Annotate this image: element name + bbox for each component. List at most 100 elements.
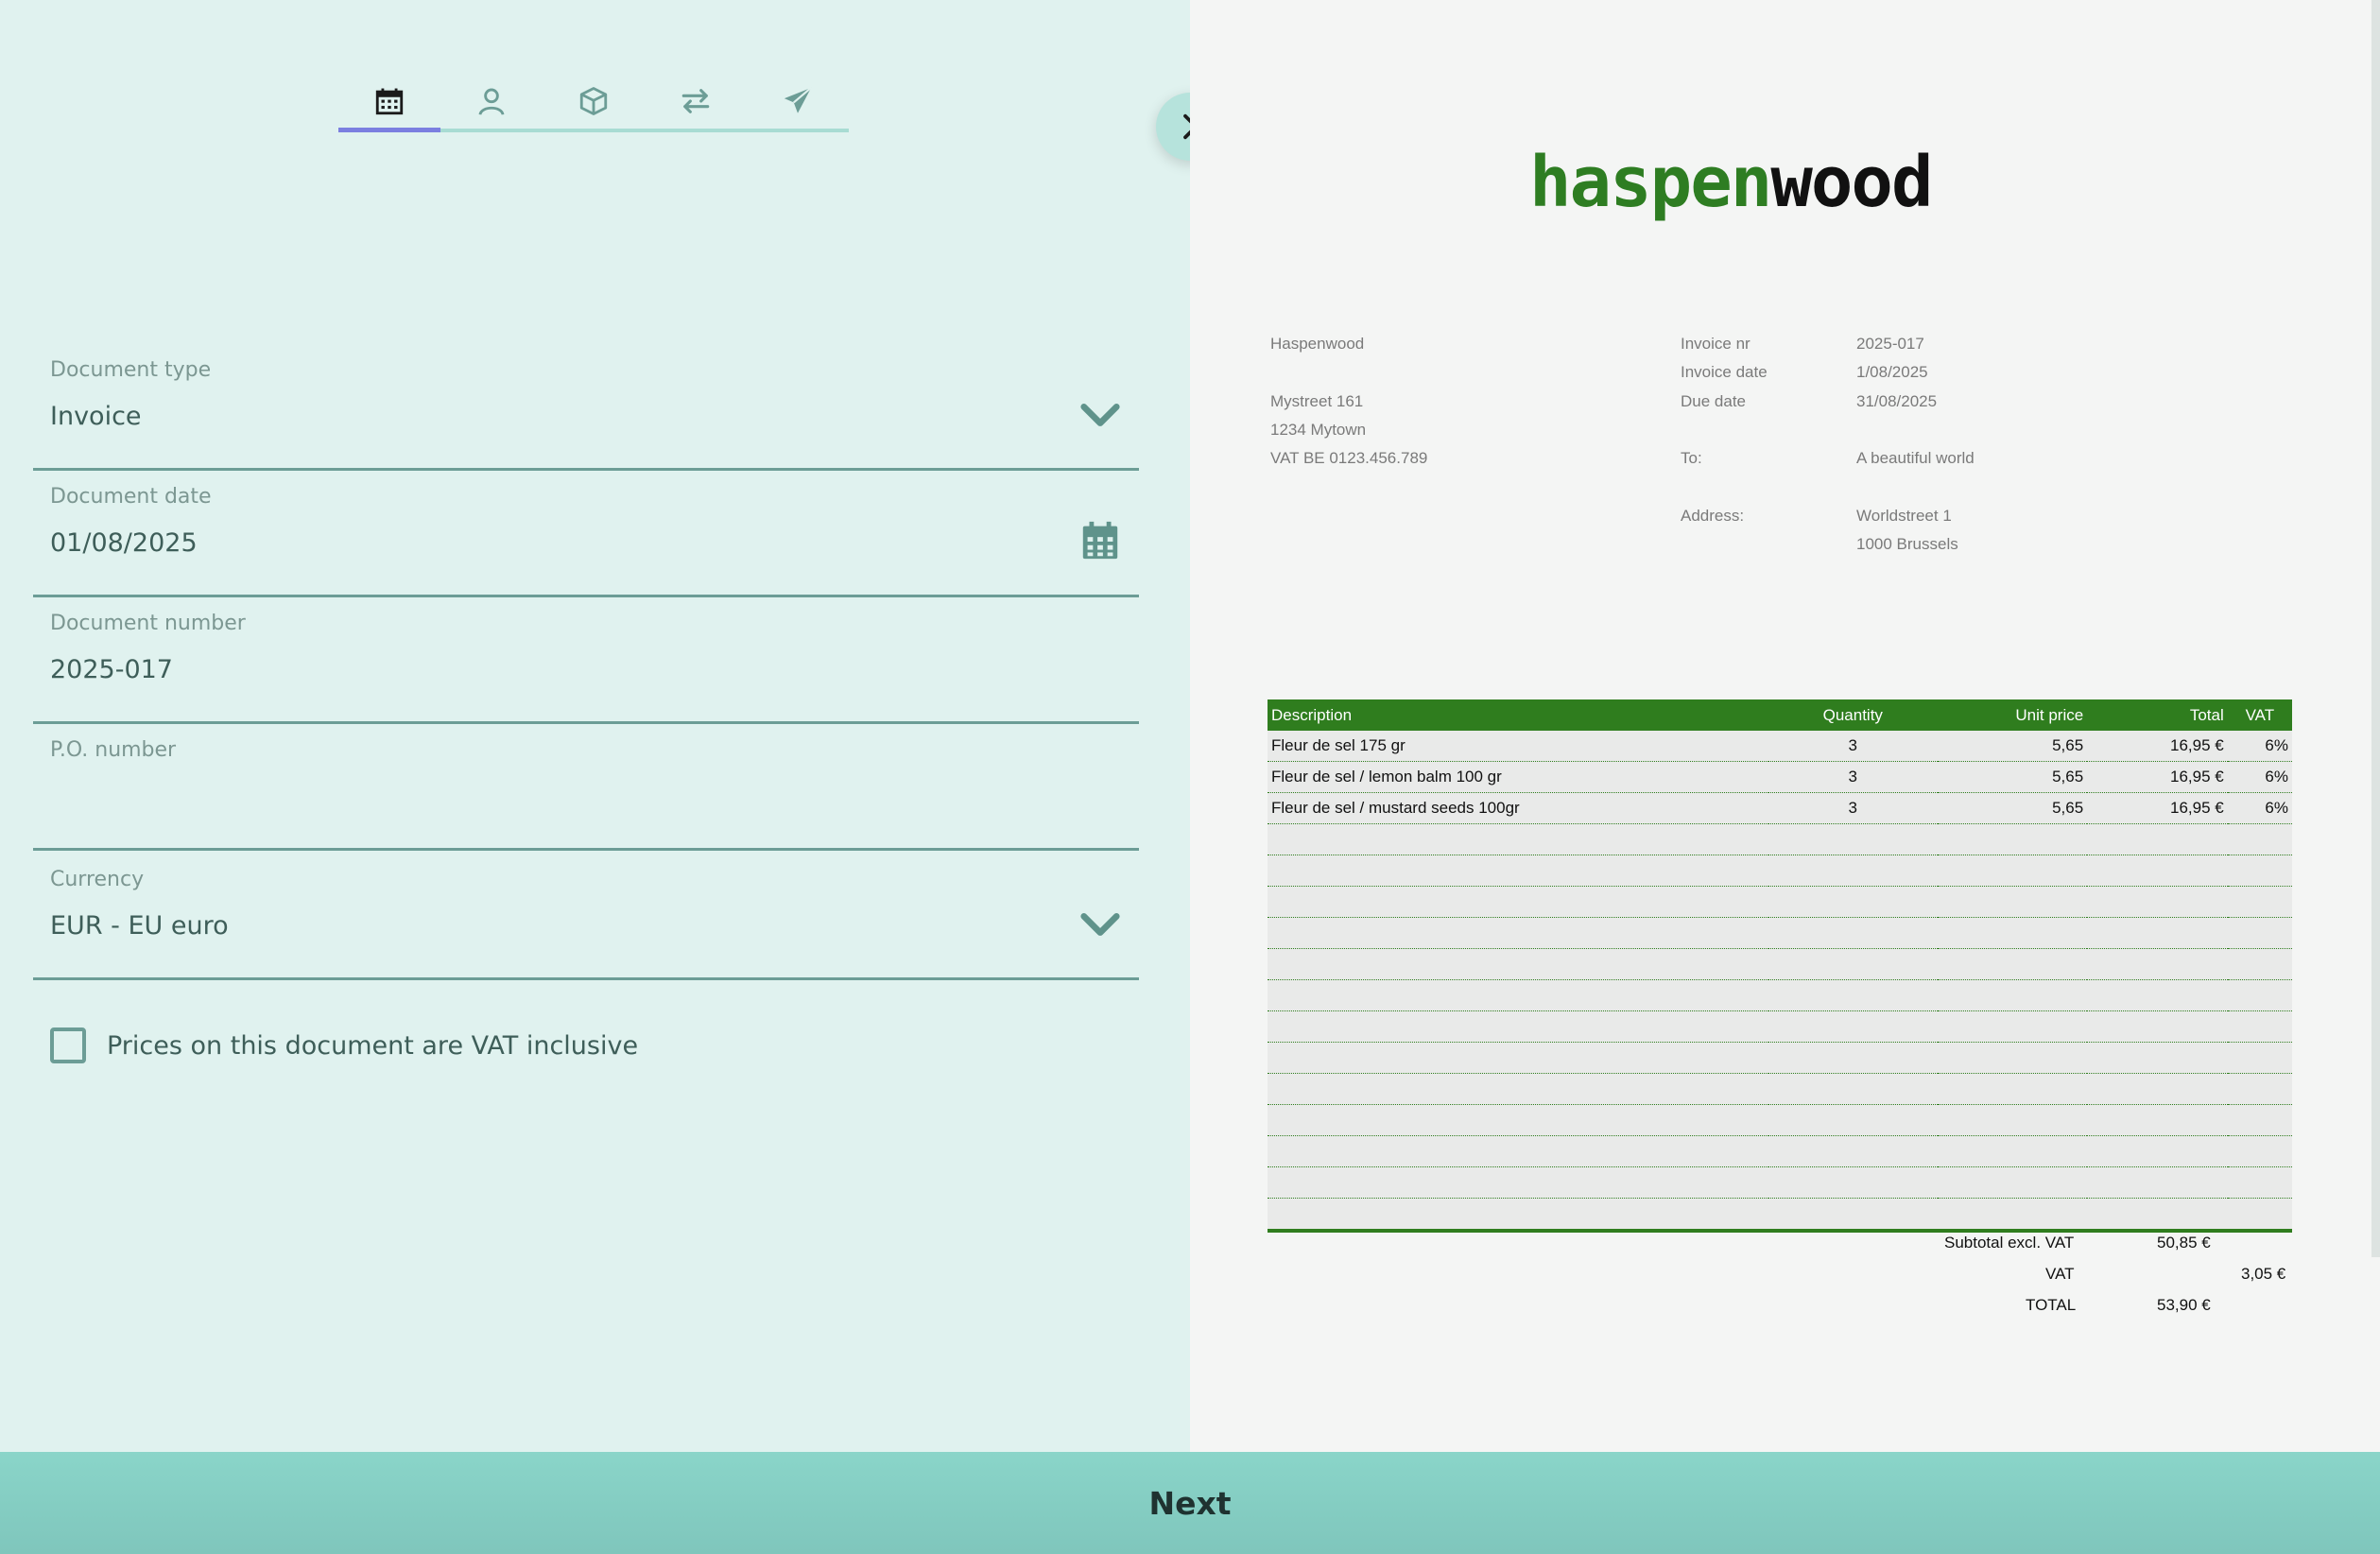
vat-inclusive-checkbox[interactable]: Prices on this document are VAT inclusiv… [50, 1027, 638, 1063]
header-quantity: Quantity [1768, 699, 1938, 731]
tab-send[interactable] [747, 74, 849, 129]
swap-icon [681, 89, 710, 113]
empty-table-row [1268, 948, 2292, 980]
due-date-label: Due date [1681, 392, 1746, 410]
chevron-down-icon[interactable] [1077, 900, 1124, 947]
empty-table-row [1268, 979, 2292, 1011]
row-unit-price: 5,65 [1937, 792, 2088, 824]
row-total: 16,95 € [2087, 761, 2228, 793]
row-total: 16,95 € [2087, 792, 2228, 824]
empty-cell [2087, 823, 2228, 855]
document-date-label: Document date [50, 485, 212, 509]
empty-cell [1937, 1166, 2088, 1199]
document-date-value: 01/08/2025 [50, 528, 198, 558]
row-unit-price: 5,65 [1937, 761, 2088, 793]
empty-cell [2087, 1166, 2228, 1199]
empty-cell [1268, 979, 1768, 1011]
currency-select[interactable]: Currency EUR - EU euro [33, 853, 1139, 980]
empty-cell [1768, 1104, 1938, 1136]
company-street: Mystreet 161 [1270, 392, 1364, 410]
invoice-date-value: 1/08/2025 [1856, 363, 1928, 381]
empty-cell [2087, 979, 2228, 1011]
header-total: Total [2087, 699, 2228, 731]
chevron-down-icon[interactable] [1077, 390, 1124, 438]
empty-cell [1768, 1198, 1938, 1233]
empty-table-row [1268, 917, 2292, 949]
table-header-row: Description Quantity Unit price Total VA… [1268, 699, 2292, 731]
preview-scrollbar[interactable] [2371, 0, 2380, 1257]
empty-cell [1268, 1166, 1768, 1199]
empty-cell [1768, 1073, 1938, 1105]
row-total: 16,95 € [2087, 731, 2228, 762]
checkbox-box[interactable] [50, 1027, 86, 1063]
empty-table-row [1268, 886, 2292, 918]
empty-cell [1768, 823, 1938, 855]
empty-cell [1268, 948, 1768, 980]
tab-customer[interactable] [440, 74, 543, 129]
empty-cell [1937, 979, 2088, 1011]
empty-cell [2087, 948, 2228, 980]
row-quantity: 3 [1768, 792, 1938, 824]
empty-cell [1268, 917, 1768, 949]
empty-cell [1768, 1135, 1938, 1167]
empty-cell [1937, 855, 2088, 887]
empty-cell [2087, 1073, 2228, 1105]
tab-transfer[interactable] [645, 74, 747, 129]
empty-cell [1268, 1104, 1768, 1136]
header-description: Description [1268, 699, 1768, 731]
empty-cell [1768, 1166, 1938, 1199]
empty-table-row [1268, 855, 2292, 887]
company-name: Haspenwood [1270, 335, 1365, 353]
empty-cell [2227, 1104, 2292, 1136]
empty-table-row [1268, 823, 2292, 855]
table-row: Fleur de sel 175 gr 3 5,65 16,95 € 6% [1268, 731, 2292, 762]
po-number-label: P.O. number [50, 738, 177, 762]
grand-total-value: 53,90 € [2157, 1296, 2211, 1314]
empty-cell [1268, 1198, 1768, 1233]
empty-cell [2227, 917, 2292, 949]
row-unit-price: 5,65 [1937, 731, 2088, 762]
empty-cell [2087, 1198, 2228, 1233]
empty-cell [1937, 886, 2088, 918]
tab-document[interactable] [338, 74, 440, 132]
empty-cell [2227, 1073, 2292, 1105]
vat-total-label: VAT [2045, 1265, 2075, 1283]
empty-cell [1937, 917, 2088, 949]
tab-products[interactable] [543, 74, 645, 129]
document-date-field[interactable]: Document date 01/08/2025 [33, 470, 1139, 597]
company-vat: VAT BE 0123.456.789 [1270, 449, 1428, 467]
empty-cell [1768, 1042, 1938, 1074]
empty-cell [1937, 1104, 2088, 1136]
empty-cell [2227, 1010, 2292, 1043]
empty-cell [2227, 948, 2292, 980]
empty-cell [2227, 823, 2292, 855]
document-number-field[interactable]: Document number 2025-017 [33, 596, 1139, 724]
next-button[interactable]: Next [0, 1452, 2380, 1554]
empty-table-row [1268, 1166, 2292, 1199]
paper-plane-icon [784, 87, 812, 113]
address-label: Address: [1681, 507, 1745, 525]
row-description: Fleur de sel / lemon balm 100 gr [1268, 761, 1768, 793]
calendar-picker-icon[interactable] [1077, 517, 1124, 564]
to-value: A beautiful world [1856, 449, 1975, 467]
empty-cell [2087, 855, 2228, 887]
address-line-2: 1000 Brussels [1856, 535, 1958, 553]
empty-table-row [1268, 1010, 2292, 1043]
empty-cell [1768, 917, 1938, 949]
empty-cell [1268, 1135, 1768, 1167]
currency-value: EUR - EU euro [50, 911, 229, 941]
empty-cell [1768, 1010, 1938, 1043]
document-type-label: Document type [50, 358, 212, 382]
empty-table-row [1268, 1104, 2292, 1136]
empty-cell [1937, 1198, 2088, 1233]
document-type-select[interactable]: Document type Invoice [33, 343, 1139, 471]
empty-cell [1268, 1010, 1768, 1043]
row-description: Fleur de sel 175 gr [1268, 731, 1768, 762]
empty-cell [1768, 855, 1938, 887]
due-date-value: 31/08/2025 [1856, 392, 1938, 410]
empty-cell [2227, 1166, 2292, 1199]
empty-cell [2227, 855, 2292, 887]
row-description: Fleur de sel / mustard seeds 100gr [1268, 792, 1768, 824]
po-number-field[interactable]: P.O. number [33, 723, 1139, 851]
subtotal-value: 50,85 € [2157, 1234, 2211, 1252]
